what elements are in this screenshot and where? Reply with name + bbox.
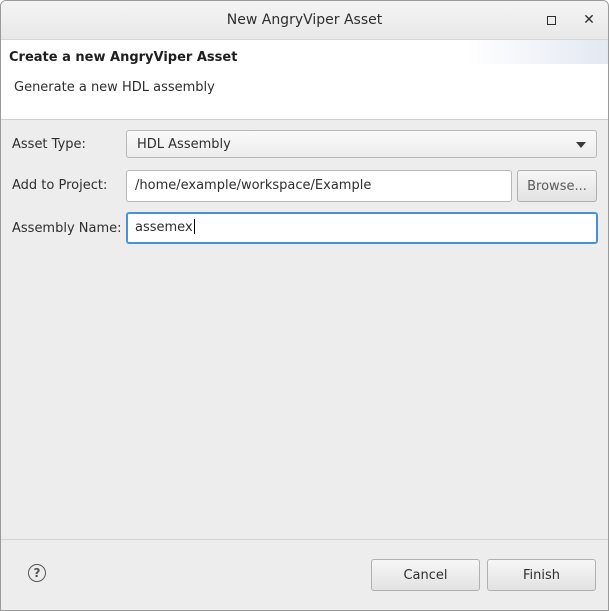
assembly-name-label: Assembly Name: (12, 221, 122, 236)
wizard-page-description: Generate a new HDL assembly (14, 80, 215, 95)
finish-button[interactable]: Finish (487, 559, 596, 591)
dialog-window: New AngryViper Asset ✕ Create a new Angr… (0, 0, 609, 611)
footer-separator (1, 539, 608, 540)
asset-type-label: Asset Type: (12, 137, 86, 152)
window-title: New AngryViper Asset (226, 12, 383, 28)
wizard-banner: Create a new AngryViper Asset Generate a… (1, 40, 608, 120)
assembly-name-value: assemex (135, 220, 193, 235)
maximize-icon (546, 15, 556, 25)
add-to-project-label: Add to Project: (12, 178, 108, 193)
asset-type-selected-value: HDL Assembly (137, 137, 231, 152)
text-caret (193, 219, 195, 234)
assembly-name-input[interactable]: assemex (126, 212, 598, 244)
close-icon: ✕ (583, 12, 595, 28)
browse-button[interactable]: Browse... (517, 170, 597, 202)
close-button[interactable]: ✕ (579, 10, 599, 30)
dropdown-arrow-icon (576, 142, 586, 148)
cancel-button[interactable]: Cancel (371, 559, 480, 591)
wizard-page-title: Create a new AngryViper Asset (9, 50, 238, 65)
banner-decoration (468, 40, 608, 64)
project-path-value: /home/example/workspace/Example (135, 178, 372, 193)
project-path-input[interactable]: /home/example/workspace/Example (126, 170, 512, 202)
maximize-button[interactable] (541, 10, 561, 30)
help-icon[interactable]: ? (28, 564, 46, 582)
asset-type-dropdown[interactable]: HDL Assembly (126, 130, 597, 158)
title-bar[interactable]: New AngryViper Asset ✕ (1, 1, 608, 40)
